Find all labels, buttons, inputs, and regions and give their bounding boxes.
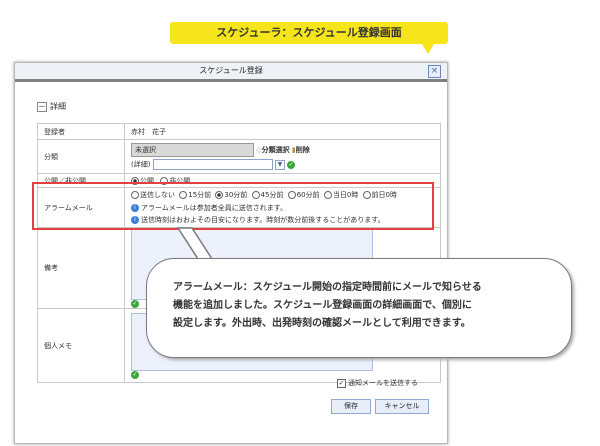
header-banner: スケジューラ：スケジュール登録画面	[170, 22, 448, 44]
row-category: 分類 未選択 ◇分類選択 ▮削除 (詳細) ▼ ✓	[37, 139, 441, 174]
callout-line-1: アラームメール：スケジュール開始の指定時間前にメールで知らせる	[173, 282, 482, 293]
callout-line-3: 設定します。外出時、出発時刻の確認メールとして利用できます。	[173, 318, 471, 329]
detail-toggle[interactable]: －詳細	[37, 101, 66, 112]
category-detail-input[interactable]	[152, 159, 273, 170]
banner-pointer	[422, 44, 434, 54]
registrant-label: 登録者	[37, 123, 125, 140]
remarks-label: 備考	[37, 227, 125, 309]
close-icon[interactable]: ×	[428, 65, 441, 78]
collapse-icon: －	[37, 101, 47, 112]
schedule-dialog: スケジュール登録 × －詳細 登録者 赤村 花子 分類 未選択 ◇分類選択 ▮削…	[14, 62, 448, 444]
save-button[interactable]: 保存	[331, 399, 371, 414]
category-select-link[interactable]: 分類選択	[262, 146, 290, 154]
personal-memo-label: 個人メモ	[37, 308, 125, 383]
alarm-highlight-box	[32, 182, 434, 230]
category-select[interactable]: 未選択	[131, 143, 254, 157]
confirm-check-icon[interactable]: ✓	[287, 160, 296, 169]
personal-memo-check-icon[interactable]: ✓	[131, 370, 139, 379]
dialog-title: スケジュール登録	[199, 66, 263, 75]
registrant-value: 赤村 花子	[124, 123, 441, 140]
notify-label: 通知メールを送信する	[348, 379, 418, 387]
banner-title: スケジューラ：スケジュール登録画面	[216, 26, 402, 39]
callout-text: アラームメール：スケジュール開始の指定時間前にメールで知らせる 機能を追加しまし…	[173, 279, 553, 333]
row-registrant: 登録者 赤村 花子	[37, 123, 441, 140]
dialog-titlebar: スケジュール登録 ×	[15, 63, 447, 82]
dropdown-icon[interactable]: ▼	[274, 159, 285, 170]
feature-callout: アラームメール：スケジュール開始の指定時間前にメールで知らせる 機能を追加しまし…	[146, 258, 572, 358]
cancel-button[interactable]: キャンセル	[375, 399, 429, 414]
category-delete-link[interactable]: 削除	[296, 146, 310, 154]
category-detail-label: (詳細)	[131, 160, 151, 169]
notify-option[interactable]: ✓ 通知メールを送信する	[337, 378, 418, 388]
callout-line-2: 機能を追加しました。スケジュール登録画面の詳細画面で、個別に	[173, 300, 472, 311]
notify-checkbox[interactable]: ✓	[337, 378, 346, 388]
detail-label: 詳細	[50, 102, 66, 111]
category-label: 分類	[37, 139, 125, 174]
remarks-check-icon[interactable]: ✓	[131, 300, 139, 308]
